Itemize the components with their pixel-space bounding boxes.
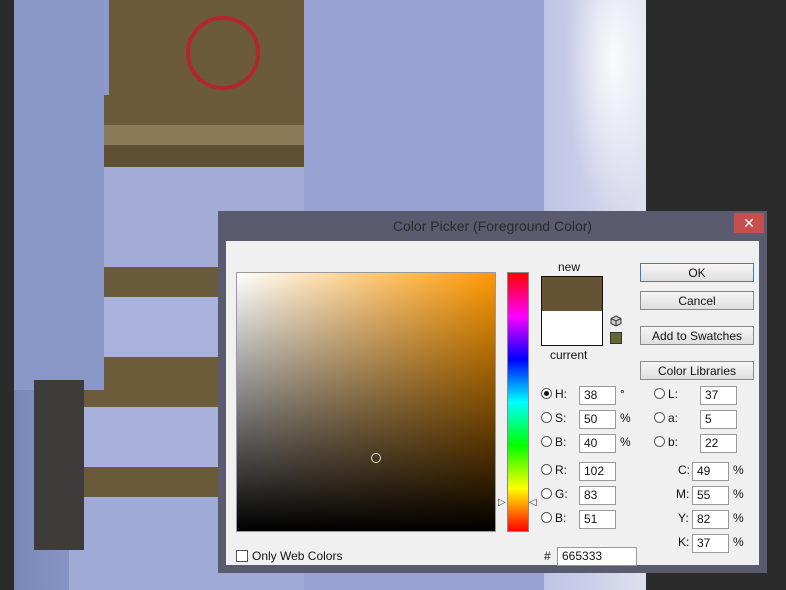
k-label: K: [678,535,690,549]
m-label: M: [676,487,690,501]
blue-label: B: [555,511,567,525]
h-field[interactable]: 38 [579,386,616,405]
c-unit: % [733,463,744,477]
cube-icon[interactable] [610,315,622,327]
l-radio[interactable] [654,388,665,399]
color-swatch [541,276,603,346]
hue-slider-left-arrow[interactable]: ▷ [498,497,506,508]
g-field[interactable]: 83 [579,486,616,505]
dress-stripe-gold [69,125,339,145]
y-label: Y: [678,511,689,525]
r-field[interactable]: 102 [579,462,616,481]
b-unit: % [620,435,631,449]
k-field[interactable]: 37 [692,534,729,553]
l-field[interactable]: 37 [700,386,737,405]
only-web-colors-label: Only Web Colors [252,549,343,563]
m-field[interactable]: 55 [692,486,729,505]
close-button[interactable]: ✕ [734,213,764,233]
g-label: G: [555,487,568,501]
color-libraries-button[interactable]: Color Libraries [640,361,754,380]
dialog-client: ▷ ◁ new current OK Cancel Add to Swatche… [226,241,759,566]
h-unit: ° [620,387,625,401]
dress-stripe-gold [69,145,339,167]
y-field[interactable]: 82 [692,510,729,529]
c-field[interactable]: 49 [692,462,729,481]
l-label: L: [668,387,679,401]
m-unit: % [733,487,744,501]
hue-slider[interactable] [507,272,529,532]
title-bar[interactable]: Color Picker (Foreground Color) ✕ [218,211,767,241]
only-web-colors-checkbox[interactable] [236,550,248,562]
lab-b-field[interactable]: 22 [700,434,737,453]
dialog-title: Color Picker (Foreground Color) [392,218,593,234]
y-unit: % [733,511,744,525]
h-radio[interactable] [541,388,552,399]
h-label: H: [555,387,567,401]
color-field-cursor[interactable] [371,453,381,463]
hue-slider-right-arrow[interactable]: ◁ [529,497,537,508]
r-radio[interactable] [541,464,552,475]
dark-background-patch [34,380,84,550]
new-color-swatch [542,277,602,311]
b-field[interactable]: 40 [579,434,616,453]
new-label: new [558,260,581,274]
cancel-button[interactable]: Cancel [640,291,754,310]
ok-button[interactable]: OK [640,263,754,282]
saturation-brightness-field[interactable] [236,272,496,532]
b-label: B: [555,435,567,449]
b-radio[interactable] [541,436,552,447]
a-radio[interactable] [654,412,665,423]
a-field[interactable]: 5 [700,410,737,429]
web-safe-swatch-icon[interactable] [610,332,622,344]
dress-stripe-gold [69,95,339,125]
c-label: C: [678,463,690,477]
lab-b-label: b: [668,435,679,449]
a-label: a: [668,411,679,425]
k-unit: % [733,535,744,549]
blue-radio[interactable] [541,512,552,523]
s-unit: % [620,411,631,425]
s-radio[interactable] [541,412,552,423]
g-radio[interactable] [541,488,552,499]
hex-field[interactable]: 665333 [557,547,637,566]
jacket-left [14,0,104,390]
current-color-swatch[interactable] [542,311,602,345]
color-picker-dialog: Color Picker (Foreground Color) ✕ ▷ ◁ ne… [218,211,767,573]
current-label: current [550,348,588,362]
blue-field[interactable]: 51 [579,510,616,529]
s-label: S: [555,411,567,425]
s-field[interactable]: 50 [579,410,616,429]
r-label: R: [555,463,567,477]
hex-label: # [544,549,551,563]
lab-b-radio[interactable] [654,436,665,447]
add-to-swatches-button[interactable]: Add to Swatches [640,326,754,345]
highlight-circle [186,16,260,90]
